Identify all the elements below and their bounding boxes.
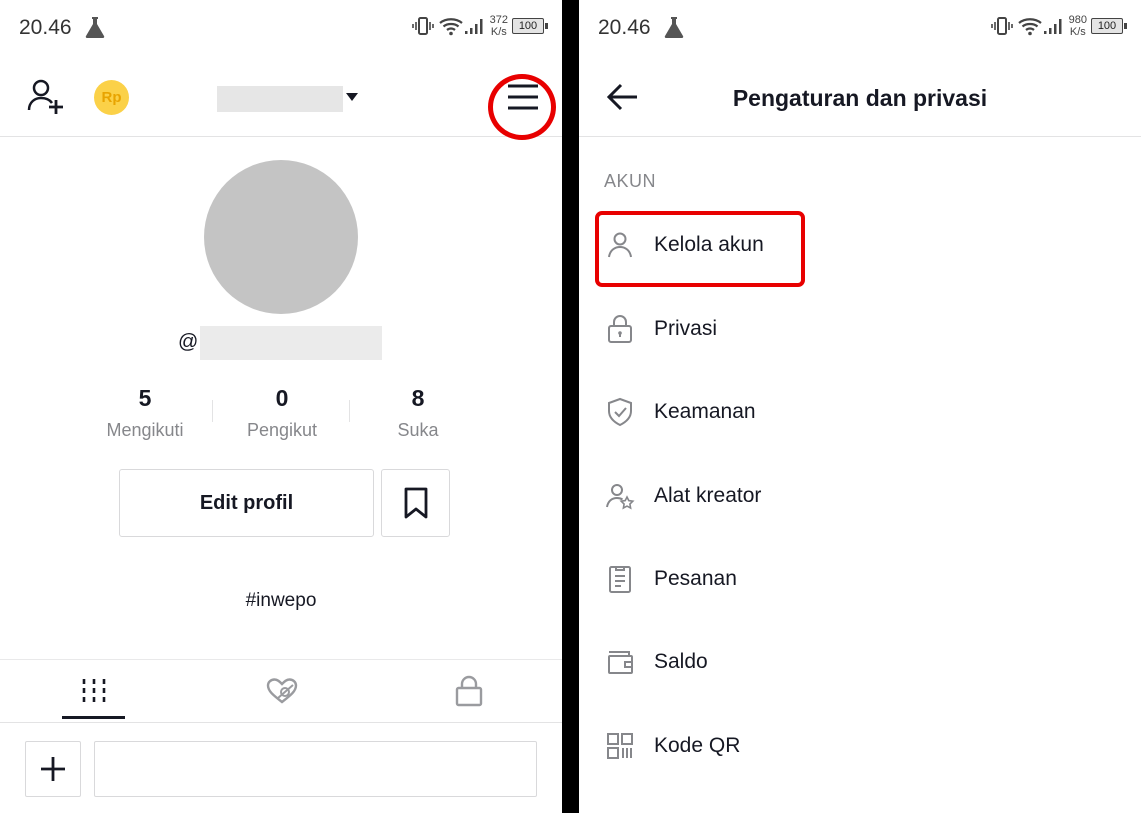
vibrate-icon	[990, 17, 1013, 35]
stat-value: 0	[275, 385, 289, 411]
network-speed: 372 K/s	[489, 14, 508, 38]
text-input-field[interactable]	[94, 741, 537, 797]
menu-item-security[interactable]: Keamanan	[579, 382, 1141, 442]
menu-item-label: Alat kreator	[654, 484, 762, 507]
chevron-down-icon[interactable]	[346, 93, 358, 101]
avatar[interactable]	[204, 160, 358, 314]
status-time: 20.46	[598, 16, 651, 39]
menu-item-qr-code[interactable]: Kode QR	[579, 716, 1141, 776]
username-selector[interactable]	[217, 86, 343, 112]
vibrate-icon	[411, 17, 434, 35]
status-time: 20.46	[19, 16, 72, 39]
stat-value: 5	[138, 385, 152, 411]
battery-indicator: 100	[1091, 18, 1127, 34]
stat-divider	[212, 400, 213, 422]
tab-private[interactable]	[437, 660, 500, 722]
edit-profile-button[interactable]: Edit profil	[119, 469, 374, 537]
bio-text: #inwepo	[245, 590, 317, 611]
status-bar: 20.46 980 K/s 100	[579, 0, 1141, 58]
stat-likes[interactable]: 8 Suka	[353, 384, 483, 441]
lock-icon	[608, 315, 632, 343]
signal-icon	[1043, 19, 1062, 34]
wallet-icon	[608, 651, 633, 674]
clipboard-icon	[609, 566, 631, 593]
plus-icon	[41, 757, 65, 781]
grid-icon	[82, 679, 105, 702]
wifi-icon	[1017, 18, 1042, 36]
coin-icon[interactable]: Rp	[94, 80, 129, 115]
menu-item-label: Kode QR	[654, 734, 741, 757]
hidden-heart-icon	[266, 678, 297, 704]
menu-item-orders[interactable]: Pesanan	[579, 549, 1141, 609]
signal-icon	[464, 19, 483, 34]
menu-item-label: Privasi	[654, 317, 718, 340]
lock-icon	[455, 675, 482, 707]
menu-item-creator-tools[interactable]: Alat kreator	[579, 466, 1141, 526]
add-button[interactable]	[25, 741, 81, 797]
status-icons: 372 K/s 100	[411, 14, 548, 38]
shield-check-icon	[608, 397, 632, 427]
screen-divider	[562, 0, 579, 813]
profile-top-bar: Rp	[0, 58, 562, 140]
stat-label: Mengikuti	[106, 420, 184, 440]
active-tab-indicator	[62, 716, 125, 719]
person-star-icon	[606, 484, 635, 510]
status-icons: 980 K/s 100	[990, 14, 1127, 38]
stat-label: Pengikut	[246, 420, 318, 440]
bookmark-button[interactable]	[381, 469, 450, 537]
tab-liked[interactable]	[250, 660, 313, 722]
handle-prefix: @	[178, 331, 199, 353]
highlight-circle-annotation	[488, 74, 556, 140]
stat-label: Suka	[397, 420, 439, 440]
menu-item-label: Pesanan	[654, 567, 737, 590]
tab-videos[interactable]	[62, 660, 125, 722]
settings-screen: 20.46 980 K/s 100 Pengaturan dan privasi…	[579, 0, 1141, 813]
add-user-icon[interactable]	[26, 78, 66, 116]
stat-value: 8	[411, 385, 425, 411]
menu-item-balance[interactable]: Saldo	[579, 632, 1141, 692]
menu-item-label: Keamanan	[654, 400, 756, 423]
flask-icon	[664, 17, 684, 38]
settings-header: Pengaturan dan privasi	[579, 58, 1141, 137]
highlight-box-annotation	[595, 211, 805, 287]
stat-divider	[349, 400, 350, 422]
bookmark-icon	[404, 487, 427, 519]
profile-tabs	[0, 659, 562, 723]
menu-item-label: Saldo	[654, 650, 708, 673]
menu-item-privacy[interactable]: Privasi	[579, 299, 1141, 359]
stat-followers[interactable]: 0 Pengikut	[217, 384, 347, 441]
network-speed: 980 K/s	[1068, 14, 1087, 38]
battery-indicator: 100	[512, 18, 548, 34]
username-handle	[200, 326, 382, 360]
stat-following[interactable]: 5 Mengikuti	[80, 384, 210, 441]
section-label-account: AKUN	[604, 171, 657, 191]
wifi-icon	[438, 18, 463, 36]
qr-code-icon	[607, 733, 633, 759]
flask-icon	[85, 17, 105, 38]
profile-screen: 20.46 372 K/s 100 Rp @ 5 Mengikuti 0 Pen…	[0, 0, 562, 813]
status-bar: 20.46 372 K/s 100	[0, 0, 562, 58]
page-title: Pengaturan dan privasi	[732, 85, 988, 111]
